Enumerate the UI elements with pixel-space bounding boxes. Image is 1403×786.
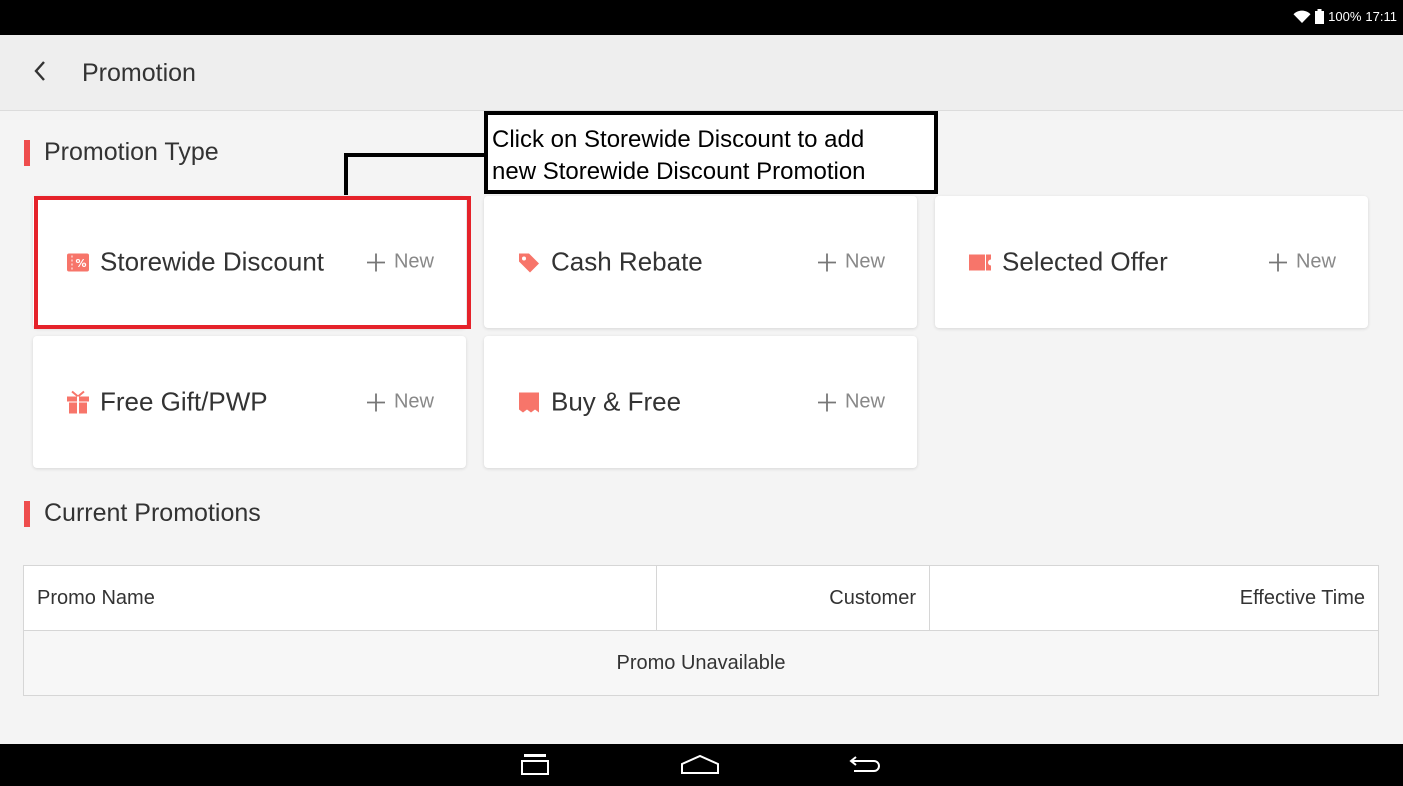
clock: 17:11 bbox=[1365, 9, 1397, 24]
home-button[interactable] bbox=[680, 752, 720, 780]
section-label: Current Promotions bbox=[44, 499, 261, 527]
callout-annotation: Click on Storewide Discount to add new S… bbox=[484, 111, 938, 194]
new-button[interactable]: New bbox=[817, 251, 885, 274]
battery-icon bbox=[1315, 9, 1325, 24]
promo-card-cash-rebate[interactable]: Cash Rebate New bbox=[484, 196, 917, 328]
system-nav-bar bbox=[0, 744, 1403, 786]
coupon-icon bbox=[968, 250, 992, 274]
promo-card-free-gift[interactable]: Free Gift/PWP New bbox=[33, 336, 466, 468]
new-button[interactable]: New bbox=[1268, 251, 1336, 274]
new-label: New bbox=[393, 390, 434, 413]
column-header-effective-time: Effective Time bbox=[1239, 586, 1365, 609]
section-accent-bar bbox=[24, 500, 30, 527]
card-label: Selected Offer bbox=[1002, 246, 1168, 277]
plus-icon bbox=[366, 252, 386, 272]
battery-percent: 100% bbox=[1328, 9, 1362, 24]
plus-icon bbox=[1268, 252, 1288, 272]
section-label: Promotion Type bbox=[44, 138, 219, 166]
new-button[interactable]: New bbox=[366, 391, 434, 414]
callout-line: new Storewide Discount Promotion bbox=[492, 158, 866, 185]
percent-ticket-icon: % bbox=[66, 250, 90, 274]
status-bar: 100% 17:11 bbox=[0, 0, 1403, 35]
new-button[interactable]: New bbox=[817, 391, 885, 414]
promo-card-buy-and-free[interactable]: Buy & Free New bbox=[484, 336, 917, 468]
section-accent-bar bbox=[24, 139, 30, 166]
new-button[interactable]: New bbox=[366, 251, 434, 274]
wifi-icon bbox=[1293, 10, 1311, 24]
chevron-left-icon bbox=[33, 60, 47, 87]
recent-apps-icon bbox=[520, 753, 550, 780]
app-bar: Promotion bbox=[0, 35, 1403, 111]
back-button[interactable] bbox=[24, 57, 56, 89]
home-icon bbox=[680, 753, 720, 780]
new-label: New bbox=[1295, 250, 1336, 273]
promo-card-selected-offer[interactable]: Selected Offer New bbox=[935, 196, 1368, 328]
empty-state: Promo Unavailable bbox=[24, 631, 1378, 695]
callout-connector bbox=[344, 153, 486, 157]
receipt-icon bbox=[517, 390, 541, 414]
new-label: New bbox=[844, 390, 885, 413]
status-indicators: 100% 17:11 bbox=[1293, 9, 1397, 24]
callout-line: Click on Storewide Discount to add bbox=[492, 126, 865, 153]
callout-connector bbox=[344, 155, 348, 195]
new-label: New bbox=[844, 250, 885, 273]
plus-icon bbox=[817, 392, 837, 412]
back-nav-button[interactable] bbox=[846, 752, 886, 780]
promo-card-storewide-discount[interactable]: % Storewide Discount New bbox=[33, 196, 466, 328]
page-title: Promotion bbox=[82, 59, 196, 87]
table-header: Promo Name Customer Effective Time bbox=[24, 566, 1378, 631]
gift-icon bbox=[66, 390, 90, 414]
recent-apps-button[interactable] bbox=[515, 752, 555, 780]
section-title-current-promotions: Current Promotions bbox=[24, 499, 261, 528]
new-label: New bbox=[393, 250, 434, 273]
back-arrow-icon bbox=[846, 752, 886, 781]
card-label: Cash Rebate bbox=[551, 246, 703, 277]
card-label: Storewide Discount bbox=[100, 246, 324, 277]
plus-icon bbox=[817, 252, 837, 272]
promotions-table: Promo Name Customer Effective Time Promo… bbox=[23, 565, 1379, 696]
column-header-customer: Customer bbox=[657, 566, 930, 630]
card-label: Free Gift/PWP bbox=[100, 386, 268, 417]
svg-text:%: % bbox=[75, 257, 86, 270]
column-header-promo-name: Promo Name bbox=[24, 566, 657, 630]
card-label: Buy & Free bbox=[551, 386, 682, 417]
section-title-promotion-type: Promotion Type bbox=[24, 138, 219, 167]
plus-icon bbox=[366, 392, 386, 412]
tag-icon bbox=[517, 250, 541, 274]
